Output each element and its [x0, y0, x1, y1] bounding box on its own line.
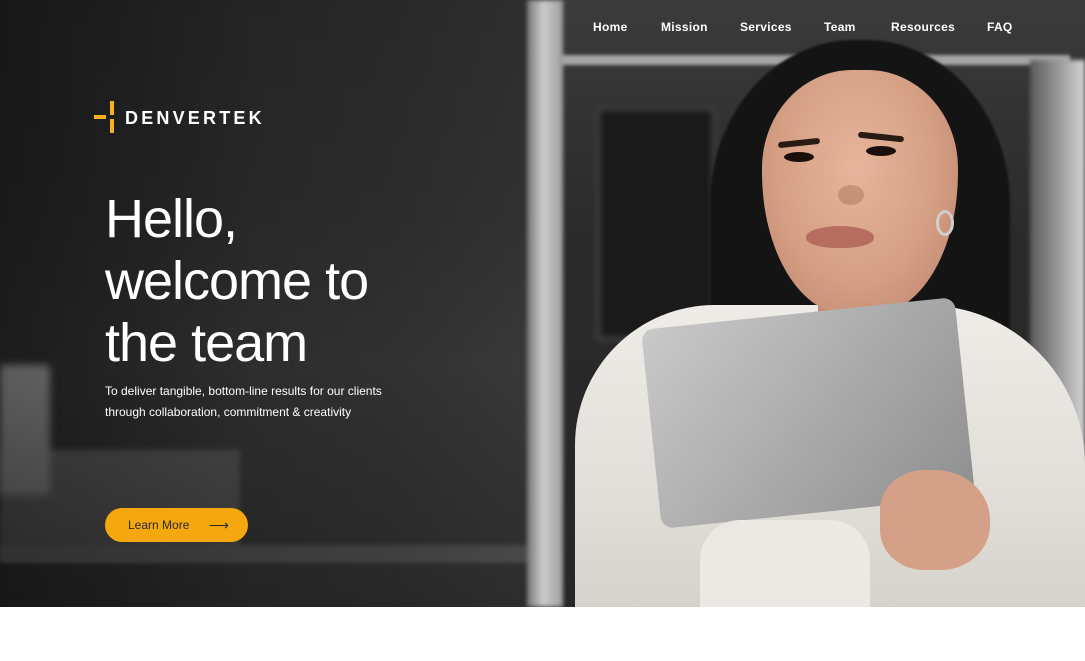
nav-resources[interactable]: Resources — [891, 20, 955, 34]
logo-mark-icon — [94, 101, 116, 135]
learn-more-button[interactable]: Learn More ⟶ — [105, 508, 248, 542]
nav-mission[interactable]: Mission — [661, 20, 708, 34]
headline-line-3: the team — [105, 313, 308, 373]
learn-more-label: Learn More — [128, 518, 190, 532]
nav-services[interactable]: Services — [740, 20, 792, 34]
nav-home[interactable]: Home — [593, 20, 628, 34]
subtitle-line-2: through collaboration, commitment & crea… — [105, 405, 352, 419]
hero-subtitle: To deliver tangible, bottom-line results… — [105, 381, 425, 423]
arrow-right-icon: ⟶ — [208, 517, 229, 533]
hero-section: Home Mission Services Team Resources FAQ… — [0, 0, 1085, 607]
hero-headline: Hello, welcome to the team — [105, 188, 485, 374]
brand-name: DENVERTEK — [125, 107, 265, 128]
subtitle-line-1: To deliver tangible, bottom-line results… — [105, 384, 382, 398]
headline-line-2: welcome to — [105, 251, 369, 311]
headline-line-1: Hello, — [105, 189, 238, 249]
nav-faq[interactable]: FAQ — [987, 20, 1013, 34]
nav-team[interactable]: Team — [824, 20, 856, 34]
brand-logo[interactable]: DENVERTEK — [94, 101, 265, 135]
